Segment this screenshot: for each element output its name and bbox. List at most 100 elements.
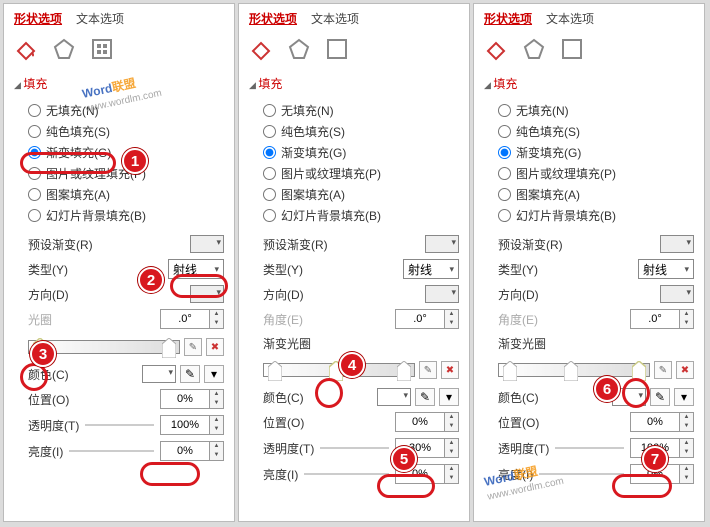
bright-slider[interactable] (304, 465, 389, 483)
gradient-track[interactable] (498, 363, 650, 377)
badge-2: 2 (138, 267, 164, 293)
radio-gradient[interactable]: 渐变填充(G) (498, 142, 694, 163)
dir-row: 方向(D) (14, 282, 224, 306)
pentagon-icon[interactable] (522, 37, 546, 61)
angle-spin[interactable]: ▲▼ (395, 309, 459, 329)
section-fill[interactable]: 填充 (14, 71, 224, 98)
paint-bucket-icon[interactable] (484, 37, 508, 61)
type-row: 类型(Y)射线 (14, 256, 224, 282)
radio-pattern[interactable]: 图案填充(A) (498, 184, 694, 205)
panel-1: 形状选项 文本选项 填充 无填充(N) 纯色填充(S) 渐变填充(G) 图片或纹… (3, 3, 235, 522)
position-spin[interactable]: ▲▼ (160, 389, 224, 409)
panel-3: 形状选项文本选项 填充 无填充(N) 纯色填充(S) 渐变填充(G) 图片或纹理… (473, 3, 705, 522)
eyedrop-icon[interactable]: ✎ (180, 365, 200, 383)
pentagon-icon[interactable] (52, 37, 76, 61)
remove-stop-icon[interactable]: ✖ (676, 361, 694, 379)
angle-label-1: 光圈 (28, 311, 52, 328)
gradient-stop[interactable] (503, 361, 517, 381)
tab-shape[interactable]: 形状选项 (14, 10, 62, 27)
type-select[interactable]: 射线 (168, 259, 224, 279)
tab-text[interactable]: 文本选项 (546, 10, 594, 27)
more-color-icon[interactable]: ▾ (439, 388, 459, 406)
gradient-stop[interactable] (162, 338, 176, 358)
paint-bucket-icon[interactable] (14, 37, 38, 61)
gradient-stop[interactable] (397, 361, 411, 381)
badge-5: 5 (391, 446, 417, 472)
remove-stop-icon[interactable]: ✖ (441, 361, 459, 379)
tab-text[interactable]: 文本选项 (311, 10, 359, 27)
radio-pattern[interactable]: 图案填充(A) (28, 184, 224, 205)
section-fill[interactable]: 填充 (484, 71, 694, 98)
radio-picture[interactable]: 图片或纹理填充(P) (498, 163, 694, 184)
radio-solid[interactable]: 纯色填充(S) (28, 121, 224, 142)
dir-swatch[interactable] (425, 285, 459, 303)
trans-spin[interactable]: ▲▼ (160, 415, 224, 435)
eyedrop-icon[interactable]: ✎ (650, 388, 670, 406)
more-color-icon[interactable]: ▾ (674, 388, 694, 406)
radio-slidebg[interactable]: 幻灯片背景填充(B) (263, 205, 459, 226)
add-stop-icon[interactable]: ✎ (419, 361, 437, 379)
bright-spin[interactable]: ▲▼ (160, 441, 224, 461)
type-select[interactable]: 射线 (638, 259, 694, 279)
bright-slider[interactable] (69, 442, 154, 460)
section-fill[interactable]: 填充 (249, 71, 459, 98)
more-color-icon[interactable]: ▾ (204, 365, 224, 383)
gradient-bar: ✎ ✖ (28, 336, 224, 358)
brightness-row: 亮度(I)▲▼ (14, 438, 224, 464)
angle-spin[interactable]: ▲▼ (160, 309, 224, 329)
size-icon[interactable] (90, 37, 114, 61)
radio-none[interactable]: 无填充(N) (28, 100, 224, 121)
badge-1: 1 (122, 148, 148, 174)
size-icon[interactable] (325, 37, 349, 61)
gradient-stop[interactable] (632, 361, 646, 381)
radio-gradient[interactable]: 渐变填充(G) (263, 142, 459, 163)
add-stop-icon[interactable]: ✎ (654, 361, 672, 379)
trans-slider[interactable] (85, 416, 154, 434)
remove-stop-icon[interactable]: ✖ (206, 338, 224, 356)
add-stop-icon[interactable]: ✎ (184, 338, 202, 356)
type-select[interactable]: 射线 (403, 259, 459, 279)
badge-6: 6 (594, 376, 620, 402)
preset-swatch[interactable] (425, 235, 459, 253)
radio-picture[interactable]: 图片或纹理填充(P) (263, 163, 459, 184)
angle-spin[interactable]: ▲▼ (630, 309, 694, 329)
radio-pattern[interactable]: 图案填充(A) (263, 184, 459, 205)
badge-4: 4 (339, 352, 365, 378)
radio-slidebg[interactable]: 幻灯片背景填充(B) (498, 205, 694, 226)
highlight-ring-trans1 (140, 462, 200, 486)
paint-bucket-icon[interactable] (249, 37, 273, 61)
badge-7: 7 (642, 446, 668, 472)
tab-shape[interactable]: 形状选项 (249, 10, 297, 27)
size-icon[interactable] (560, 37, 584, 61)
radio-none[interactable]: 无填充(N) (263, 100, 459, 121)
tab-text[interactable]: 文本选项 (76, 10, 124, 27)
eyedrop-icon[interactable]: ✎ (415, 388, 435, 406)
trans-slider[interactable] (555, 439, 624, 457)
gradient-stop[interactable] (268, 361, 282, 381)
transparency-row: 透明度(T)▲▼ (14, 412, 224, 438)
radio-solid[interactable]: 纯色填充(S) (498, 121, 694, 142)
radio-solid[interactable]: 纯色填充(S) (263, 121, 459, 142)
radio-slidebg[interactable]: 幻灯片背景填充(B) (28, 205, 224, 226)
color-swatch[interactable] (142, 365, 176, 383)
tab-shape[interactable]: 形状选项 (484, 10, 532, 27)
preset-row: 预设渐变(R) (14, 232, 224, 256)
gradient-stop[interactable] (564, 361, 578, 381)
trans-slider[interactable] (320, 439, 389, 457)
position-spin[interactable]: ▲▼ (395, 412, 459, 432)
dir-swatch[interactable] (190, 285, 224, 303)
preset-swatch[interactable] (660, 235, 694, 253)
position-spin[interactable]: ▲▼ (630, 412, 694, 432)
angle-row: 光圈 ▲▼ (14, 306, 224, 332)
icon-row (14, 33, 224, 71)
radio-none[interactable]: 无填充(N) (498, 100, 694, 121)
tabs: 形状选项 文本选项 (14, 10, 224, 27)
panel-2: 形状选项文本选项 填充 无填充(N) 纯色填充(S) 渐变填充(G) 图片或纹理… (238, 3, 470, 522)
color-swatch[interactable] (377, 388, 411, 406)
position-row: 位置(O)▲▼ (14, 386, 224, 412)
dir-swatch[interactable] (660, 285, 694, 303)
badge-3: 3 (30, 341, 56, 367)
pentagon-icon[interactable] (287, 37, 311, 61)
bright-slider[interactable] (539, 465, 624, 483)
preset-swatch[interactable] (190, 235, 224, 253)
